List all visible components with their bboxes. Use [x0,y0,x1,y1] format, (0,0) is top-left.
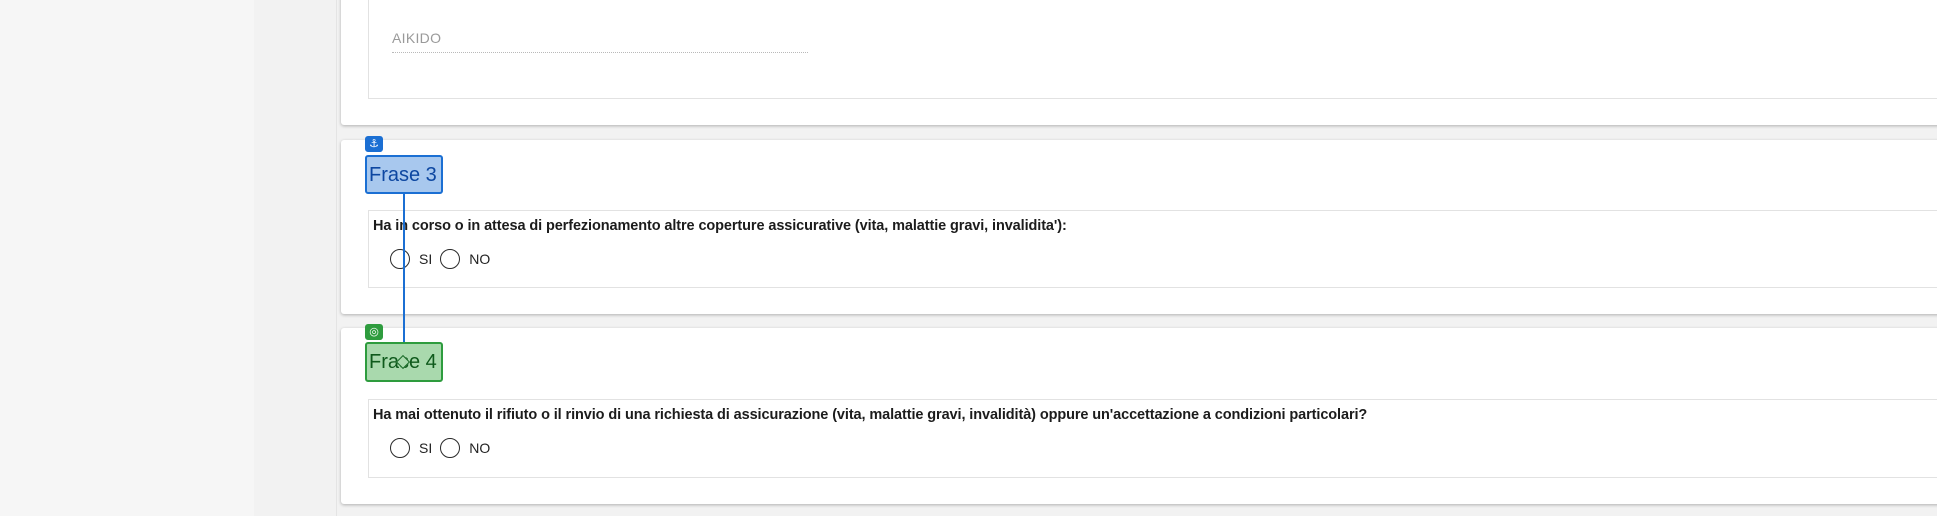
gutter-divider [336,0,337,516]
question-text: Ha in corso o in attesa di perfezionamen… [373,218,1067,234]
sport-input[interactable] [392,30,808,46]
section-card-frase-4: Ha mai ottenuto il rifiuto o il rinvio d… [341,328,1937,504]
frase-3-tag[interactable]: Frase 3 [365,155,443,194]
sport-text-field[interactable] [392,30,808,53]
radio-label: SI [419,440,433,456]
question-box-frase-4: Ha mai ottenuto il rifiuto o il rinvio d… [368,399,1937,478]
radio-button[interactable] [440,249,461,269]
question-box-frase-3: Ha in corso o in attesa di perfezionamen… [368,210,1937,288]
radio-label: SI [419,251,433,267]
anchor-icon[interactable]: ⚓ [365,136,383,152]
radio-option-no[interactable]: NO [440,249,490,269]
radio-option-si[interactable]: SI [390,438,432,458]
radio-option-no[interactable]: NO [440,438,490,458]
radio-button[interactable] [390,438,410,458]
target-icon[interactable]: ◎ [365,324,383,340]
question-text: Ha mai ottenuto il rifiuto o il rinvio d… [373,407,1368,423]
radio-group: SI NO [390,436,498,460]
radio-group: SI NO [390,247,498,271]
radio-button[interactable] [390,249,410,269]
radio-label: NO [469,251,491,267]
previous-section-card [341,0,1937,125]
section-card-frase-3: Ha in corso o in attesa di perfezionamen… [341,140,1937,314]
link-connector [403,193,405,342]
previous-section-box [368,0,1937,99]
radio-option-si[interactable]: SI [390,249,432,269]
radio-label: NO [469,440,491,456]
radio-button[interactable] [440,438,461,458]
left-panel [0,0,254,516]
